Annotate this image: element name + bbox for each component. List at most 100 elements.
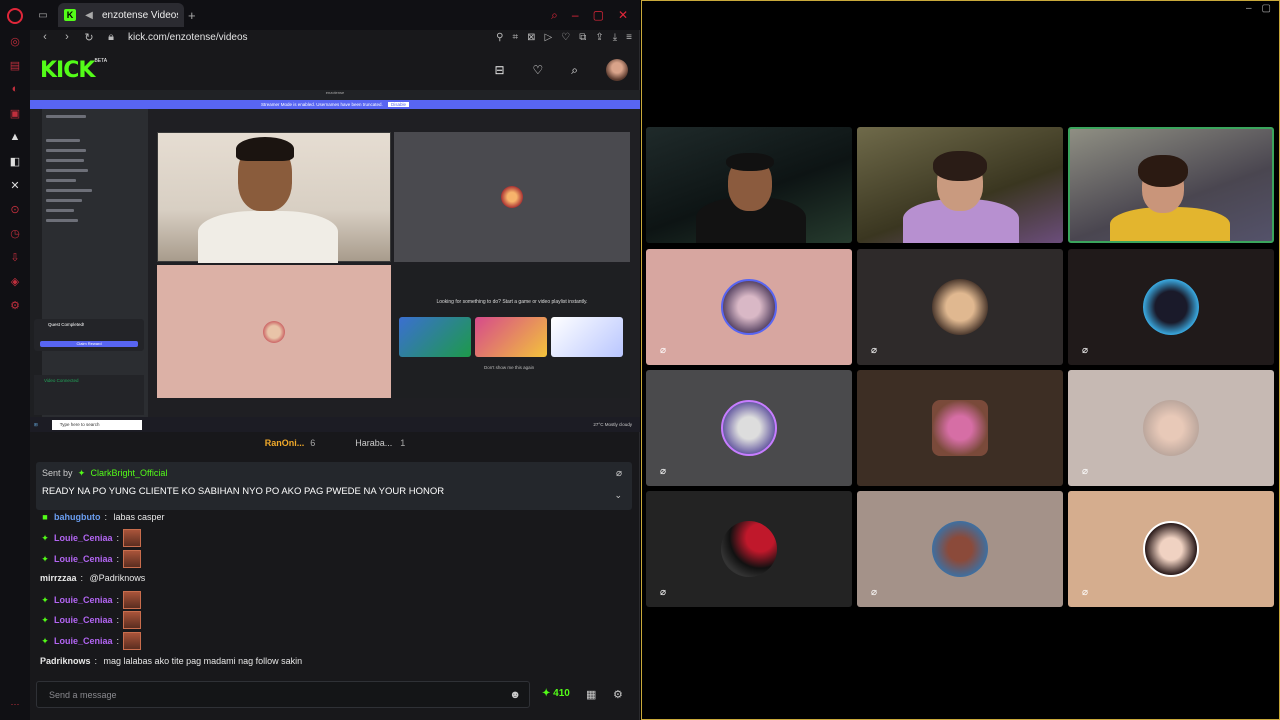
minimize-icon[interactable]: –: [572, 8, 579, 23]
activity-card-whiteboard: [551, 317, 623, 357]
maximize-icon[interactable]: ▢: [593, 8, 604, 23]
pinned-sender-name[interactable]: ClarkBright_Official: [91, 468, 168, 478]
crypto-wallet-icon[interactable]: ▤: [8, 58, 22, 72]
chat-input[interactable]: Send a message ☻: [36, 681, 530, 708]
sent-by-label: Sent by: [42, 468, 73, 478]
video-tile[interactable]: [857, 127, 1063, 243]
opera-logo-icon[interactable]: [7, 8, 23, 24]
voice-tile[interactable]: ⌀: [1068, 249, 1274, 365]
chat-message: mirrzzaa: @Padriknows: [40, 573, 146, 583]
chat-tab-haraba[interactable]: Haraba... 1: [355, 438, 405, 448]
settings-icon[interactable]: ⚙: [8, 298, 22, 312]
avatar: [721, 521, 777, 577]
voice-tile[interactable]: ⌀: [646, 491, 852, 607]
minimize-icon[interactable]: –: [1246, 3, 1252, 14]
more-icon[interactable]: ⋯: [0, 699, 30, 710]
avatar: [932, 521, 988, 577]
chat-username[interactable]: bahugbuto: [54, 512, 101, 522]
voice-tile[interactable]: ⌀: [646, 370, 852, 486]
chat-username[interactable]: Louie_Ceniaa: [54, 595, 113, 605]
emote-image: [123, 550, 142, 568]
chevron-down-icon[interactable]: ⌄: [614, 490, 622, 501]
menu-icon[interactable]: ≡: [626, 32, 632, 43]
activity-cards: [399, 317, 623, 357]
store-icon[interactable]: ▦: [586, 688, 596, 701]
player-icon[interactable]: ⊙: [8, 202, 22, 216]
muted-mic-icon: ⌀: [659, 465, 667, 477]
x-icon[interactable]: ✕: [8, 178, 22, 192]
chat-username[interactable]: Louie_Ceniaa: [54, 554, 113, 564]
download-icon[interactable]: ⤓: [613, 32, 617, 43]
chat-username[interactable]: mirrzzaa: [40, 573, 77, 583]
search-tabs-icon[interactable]: ⌕: [551, 8, 558, 23]
reload-icon[interactable]: ↻: [82, 31, 96, 44]
channel-line: [46, 209, 74, 212]
person-hair: [236, 137, 294, 161]
app-icon[interactable]: ▲: [8, 130, 22, 144]
url-field[interactable]: kick.com/enzotense/videos: [128, 32, 248, 43]
speaker-icon[interactable]: ◀: [82, 8, 96, 22]
person-hair: [933, 151, 987, 181]
voice-tile[interactable]: [857, 370, 1063, 486]
heart-icon[interactable]: ♡: [561, 32, 570, 43]
person-shirt: [198, 211, 338, 263]
tab-menu-icon[interactable]: ▭: [36, 8, 50, 22]
discord-titlebar: enzotense: [30, 90, 640, 100]
video-tile[interactable]: [646, 127, 852, 243]
channel-line: [46, 199, 82, 202]
avatar: [1143, 521, 1199, 577]
search-icon[interactable]: ⌕: [571, 63, 578, 78]
maximize-icon[interactable]: ▢: [1262, 3, 1271, 14]
snapshot-icon[interactable]: ⌗: [513, 32, 519, 43]
kick-logo[interactable]: KICK: [40, 58, 95, 83]
chat-settings-icon[interactable]: ⚙: [613, 688, 623, 701]
claim-reward-label: Claim Reward: [76, 341, 102, 346]
avatar[interactable]: [606, 59, 628, 81]
chat-username[interactable]: Louie_Ceniaa: [54, 636, 113, 646]
channel-points[interactable]: ✦ 410: [542, 688, 570, 699]
vpn-icon[interactable]: ⊠: [527, 32, 535, 43]
tab-kick[interactable]: K ◀ enzotense Videos - Vi: [58, 3, 184, 27]
avatar: [263, 320, 285, 343]
windows-taskbar: ⊞ Type here to search 27°C Mostly cloudy: [30, 417, 640, 432]
twitch-icon[interactable]: ◧: [8, 154, 22, 168]
extensions-puzzle-icon[interactable]: ⧉: [579, 32, 586, 43]
emoji-icon[interactable]: ☻: [509, 682, 521, 709]
unpin-icon[interactable]: ⌀: [616, 468, 622, 479]
chat-username[interactable]: Louie_Ceniaa: [54, 615, 113, 625]
voice-tile[interactable]: ⌀: [1068, 370, 1274, 486]
voice-tile[interactable]: ⌀: [857, 249, 1063, 365]
vod-icon[interactable]: ⊟: [494, 63, 504, 77]
voice-tile[interactable]: ⌀: [857, 491, 1063, 607]
messenger-icon[interactable]: ◐: [8, 82, 22, 96]
channel-line: [46, 139, 80, 142]
aria-icon[interactable]: ◎: [8, 34, 22, 48]
sparkle-badge-icon: ✦: [41, 635, 49, 646]
voice-tile[interactable]: ⌀: [646, 249, 852, 365]
chat-input-placeholder: Send a message: [49, 690, 117, 700]
voice-tile[interactable]: ⌀: [1068, 491, 1274, 607]
pinned-sender: Sent by ✦ ClarkBright_Official: [42, 468, 626, 479]
extensions-icon[interactable]: ◈: [8, 274, 22, 288]
share-icon[interactable]: ⇪: [595, 32, 603, 43]
close-icon[interactable]: ✕: [618, 8, 628, 23]
new-tab-icon[interactable]: +: [188, 8, 196, 23]
follow-heart-icon[interactable]: ♡: [533, 63, 544, 77]
chat-message: ✦ Louie_Ceniaa:: [40, 550, 142, 568]
mail-icon[interactable]: ▣: [8, 106, 22, 120]
address-tools: ⚲ ⌗ ⊠ ▷ ♡ ⧉ ⇪ ⤓ ≡: [496, 32, 640, 43]
chat-text: @Padriknows: [89, 573, 146, 583]
stream-video[interactable]: enzotense Streamer Mode is enabled. User…: [30, 90, 640, 432]
history-icon[interactable]: ◷: [8, 226, 22, 240]
chat-username[interactable]: Louie_Ceniaa: [54, 533, 113, 543]
pinned-message[interactable]: Sent by ✦ ClarkBright_Official READY NA …: [36, 462, 632, 510]
forward-icon[interactable]: ›: [60, 31, 74, 43]
play-icon[interactable]: ▷: [545, 32, 553, 43]
video-tile-speaking[interactable]: [1068, 127, 1274, 243]
chat-username[interactable]: Padriknows: [40, 656, 91, 666]
channel-line: [46, 149, 86, 152]
downloads-icon[interactable]: ⇩: [8, 250, 22, 264]
chat-tab-ranoni[interactable]: RanOni... 6: [265, 438, 316, 448]
back-icon[interactable]: ‹: [38, 31, 52, 43]
pin-icon[interactable]: ⚲: [496, 32, 503, 43]
